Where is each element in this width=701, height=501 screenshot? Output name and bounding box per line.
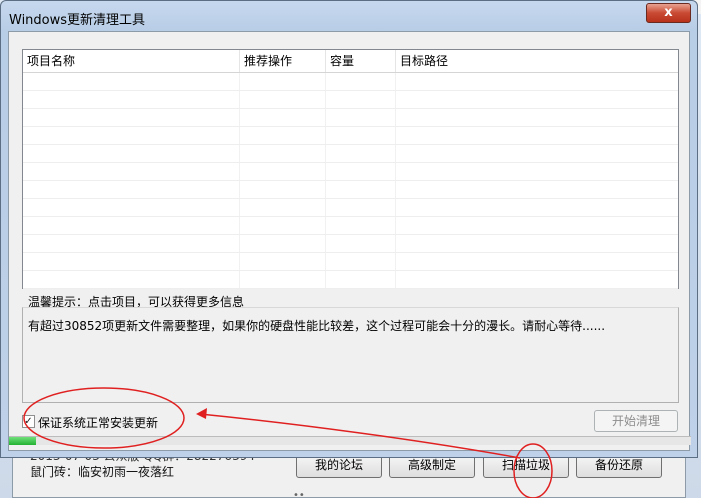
column-item-name[interactable]: 项目名称 xyxy=(23,50,240,72)
progress-fill xyxy=(9,437,37,445)
list-row-empty xyxy=(23,127,678,145)
list-row-empty xyxy=(23,253,678,271)
cleanup-dialog: Windows更新清理工具 x 项目名称 推荐操作 容量 目标路径 温馨提示：点… xyxy=(0,0,698,458)
column-size[interactable]: 容量 xyxy=(326,50,396,72)
list-row-empty xyxy=(23,145,678,163)
list-row-empty xyxy=(23,217,678,235)
checkmark-icon: ✓ xyxy=(24,416,33,427)
resize-grip[interactable]: •• xyxy=(293,490,305,501)
list-row-empty xyxy=(23,235,678,253)
list-row-empty xyxy=(23,271,678,289)
column-action[interactable]: 推荐操作 xyxy=(240,50,326,72)
update-list[interactable]: 项目名称 推荐操作 容量 目标路径 xyxy=(22,49,679,289)
title-bar[interactable]: Windows更新清理工具 x xyxy=(1,1,697,31)
column-target-path[interactable]: 目标路径 xyxy=(396,50,678,72)
keep-updates-label[interactable]: 保证系统正常安装更新 xyxy=(38,414,158,431)
dialog-title: Windows更新清理工具 xyxy=(9,13,146,28)
start-cleanup-button[interactable]: 开始清理 xyxy=(594,410,678,432)
dialog-client: 项目名称 推荐操作 容量 目标路径 温馨提示：点击项目，可以获得更多信息 有超过… xyxy=(8,31,691,451)
list-body[interactable] xyxy=(23,73,678,289)
list-row-empty xyxy=(23,109,678,127)
list-row-empty xyxy=(23,73,678,91)
tip-box: 有超过30852项更新文件需要整理，如果你的硬盘性能比较差，这个过程可能会十分的… xyxy=(22,307,679,403)
close-button[interactable]: x xyxy=(646,3,691,23)
list-row-empty xyxy=(23,163,678,181)
background-info-line2: 鼠门砖：临安初雨一夜落红 xyxy=(30,465,175,479)
progress-bar xyxy=(9,436,691,445)
list-header: 项目名称 推荐操作 容量 目标路径 xyxy=(23,50,678,73)
list-row-empty xyxy=(23,91,678,109)
list-row-empty xyxy=(23,199,678,217)
keep-updates-checkbox[interactable]: ✓ xyxy=(22,415,35,428)
tip-text: 有超过30852项更新文件需要整理，如果你的硬盘性能比较差，这个过程可能会十分的… xyxy=(28,319,606,333)
list-row-empty xyxy=(23,181,678,199)
close-icon: x xyxy=(664,5,673,20)
